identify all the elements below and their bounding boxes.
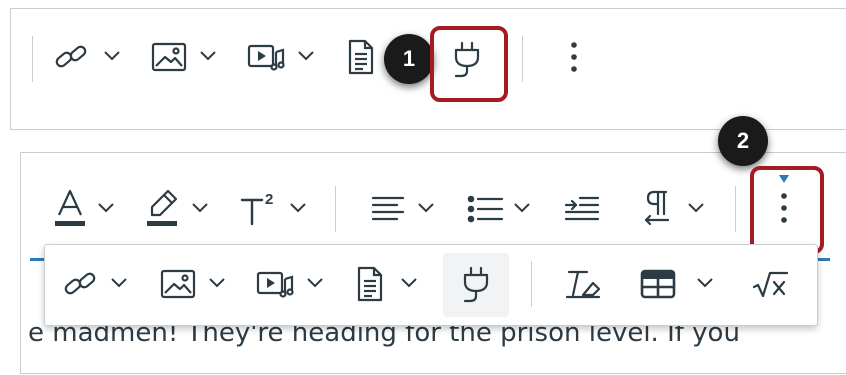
chevron-down-icon[interactable] xyxy=(288,201,308,215)
chevron-down-icon[interactable] xyxy=(198,49,218,63)
media-icon[interactable] xyxy=(255,267,295,301)
chevron-down-icon[interactable] xyxy=(305,276,325,290)
chevron-down-icon[interactable] xyxy=(399,276,419,290)
toolbar-separator xyxy=(531,261,532,307)
equation-icon[interactable] xyxy=(751,269,791,301)
paragraph-direction-icon[interactable] xyxy=(640,188,674,228)
more-vertical-icon[interactable] xyxy=(776,190,792,226)
superscript-icon[interactable]: 2 xyxy=(238,188,280,228)
caret-indicator-icon xyxy=(778,174,790,184)
chevron-down-icon[interactable] xyxy=(296,49,316,63)
table-icon[interactable] xyxy=(639,267,677,301)
chevron-down-icon[interactable] xyxy=(207,276,227,290)
align-icon[interactable] xyxy=(370,192,406,226)
document-icon[interactable] xyxy=(355,265,385,303)
highlight-icon[interactable] xyxy=(146,188,180,230)
link-icon[interactable] xyxy=(61,267,101,303)
document-icon[interactable] xyxy=(346,38,376,76)
indent-icon[interactable] xyxy=(562,192,602,226)
callout-badge-1: 1 xyxy=(384,34,434,84)
callout-number: 2 xyxy=(736,128,750,153)
svg-text:2: 2 xyxy=(265,191,273,208)
link-icon[interactable] xyxy=(52,40,92,76)
list-icon[interactable] xyxy=(466,192,506,226)
chevron-down-icon[interactable] xyxy=(695,276,715,290)
chevron-down-icon[interactable] xyxy=(190,201,210,215)
toolbar-separator xyxy=(335,186,336,232)
image-icon[interactable] xyxy=(150,40,188,74)
text-color-icon[interactable] xyxy=(54,188,88,230)
clear-formatting-icon[interactable] xyxy=(563,267,603,301)
more-vertical-icon[interactable] xyxy=(566,40,582,74)
chevron-down-icon[interactable] xyxy=(96,201,116,215)
image-icon[interactable] xyxy=(159,267,197,301)
chevron-down-icon[interactable] xyxy=(109,276,129,290)
chevron-down-icon[interactable] xyxy=(686,201,706,215)
callout-number: 1 xyxy=(402,46,416,71)
plug-icon[interactable] xyxy=(459,265,493,305)
toolbar-separator xyxy=(32,36,33,82)
chevron-down-icon[interactable] xyxy=(102,49,122,63)
toolbar-separator xyxy=(735,186,736,232)
plug-icon[interactable] xyxy=(450,40,484,80)
chevron-down-icon[interactable] xyxy=(416,201,436,215)
toolbar-separator xyxy=(522,36,523,82)
callout-badge-2: 2 xyxy=(718,116,768,166)
media-icon[interactable] xyxy=(246,40,286,74)
chevron-down-icon[interactable] xyxy=(512,201,532,215)
overflow-toolbar-popup xyxy=(44,244,818,326)
